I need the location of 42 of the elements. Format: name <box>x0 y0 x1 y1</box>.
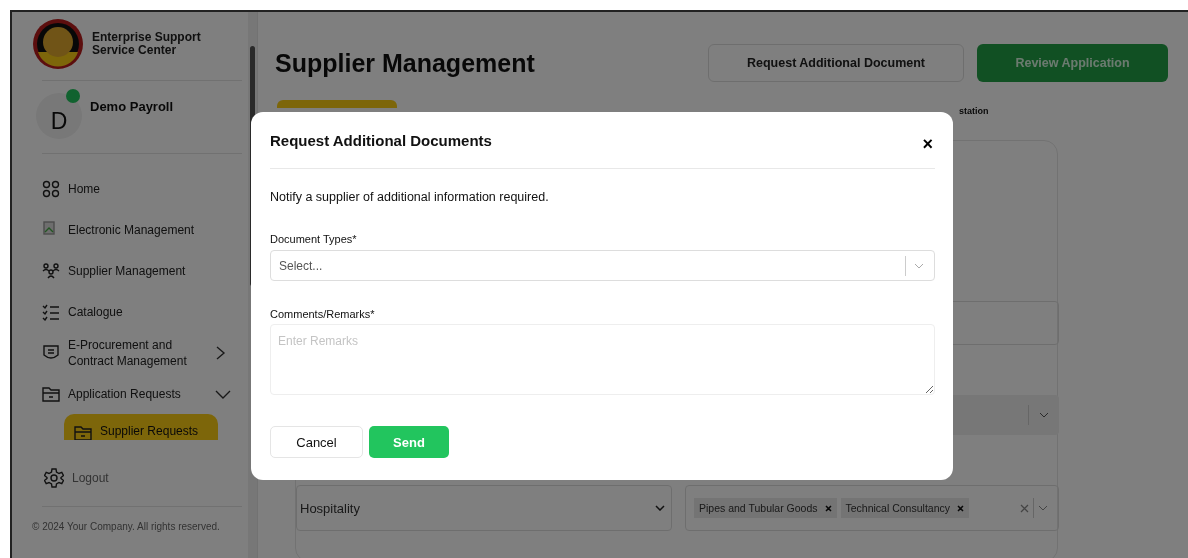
nav-item[interactable]: Home <box>32 168 237 209</box>
folder-icon <box>74 424 92 440</box>
organization-name: Enterprise Support Service Center <box>92 31 202 57</box>
tag: Technical Consultancy <box>840 498 969 518</box>
nav-item[interactable]: Electronic Management <box>32 209 237 250</box>
close-icon[interactable] <box>824 504 832 512</box>
chevron-down-icon <box>914 262 924 269</box>
request-button[interactable]: Request Additional Document <box>708 44 964 82</box>
tag: Pipes and Tubular Goods <box>694 498 837 518</box>
chevron-down-icon <box>655 505 665 511</box>
grid-icon <box>42 179 60 198</box>
category-select[interactable]: Hospitality <box>296 485 672 531</box>
multi-select[interactable]: Pipes and Tubular Goods Technical Consultancy <box>685 485 1059 531</box>
dialog-description: Notify a supplier of additional information required. <box>270 190 550 204</box>
people-icon <box>42 261 60 280</box>
nav-item[interactable]: Application Requests <box>32 373 237 414</box>
clear-icon[interactable] <box>1020 503 1029 513</box>
chevron-down-icon <box>1038 505 1048 511</box>
settings-icon <box>44 468 64 488</box>
folder-icon <box>42 384 60 403</box>
field-label: station <box>959 106 989 116</box>
nav-item[interactable]: E-Procurement and Contract Management <box>32 332 237 373</box>
dialog-title: Request Additional Documents <box>270 132 492 149</box>
close-icon[interactable] <box>957 504 964 512</box>
chevron-down-icon <box>1039 412 1049 418</box>
document-types-select[interactable]: Select... <box>270 250 935 281</box>
close-button[interactable]: × <box>920 136 935 152</box>
cancel-button[interactable]: Cancel <box>270 426 363 458</box>
remarks-textarea[interactable]: Enter Remarks <box>270 324 935 395</box>
shield-icon <box>42 343 60 362</box>
copyright-text: © 2024 Your Company. All rights reserved. <box>32 521 221 532</box>
field-label: Document Types* <box>270 233 358 245</box>
checklist-icon <box>42 302 60 321</box>
nav-item[interactable]: Supplier Management <box>32 250 237 291</box>
page-title: Supplier Management <box>275 48 535 78</box>
user-name: Demo Payroll <box>90 99 174 114</box>
user-avatar: D <box>36 93 82 139</box>
nav-item[interactable]: Catalogue <box>32 291 237 332</box>
emblem-logo <box>32 18 84 70</box>
logout-link[interactable]: Logout <box>44 468 237 488</box>
nav-subitem[interactable]: Supplier Requests <box>64 414 218 440</box>
field-label: Comments/Remarks* <box>270 308 376 320</box>
